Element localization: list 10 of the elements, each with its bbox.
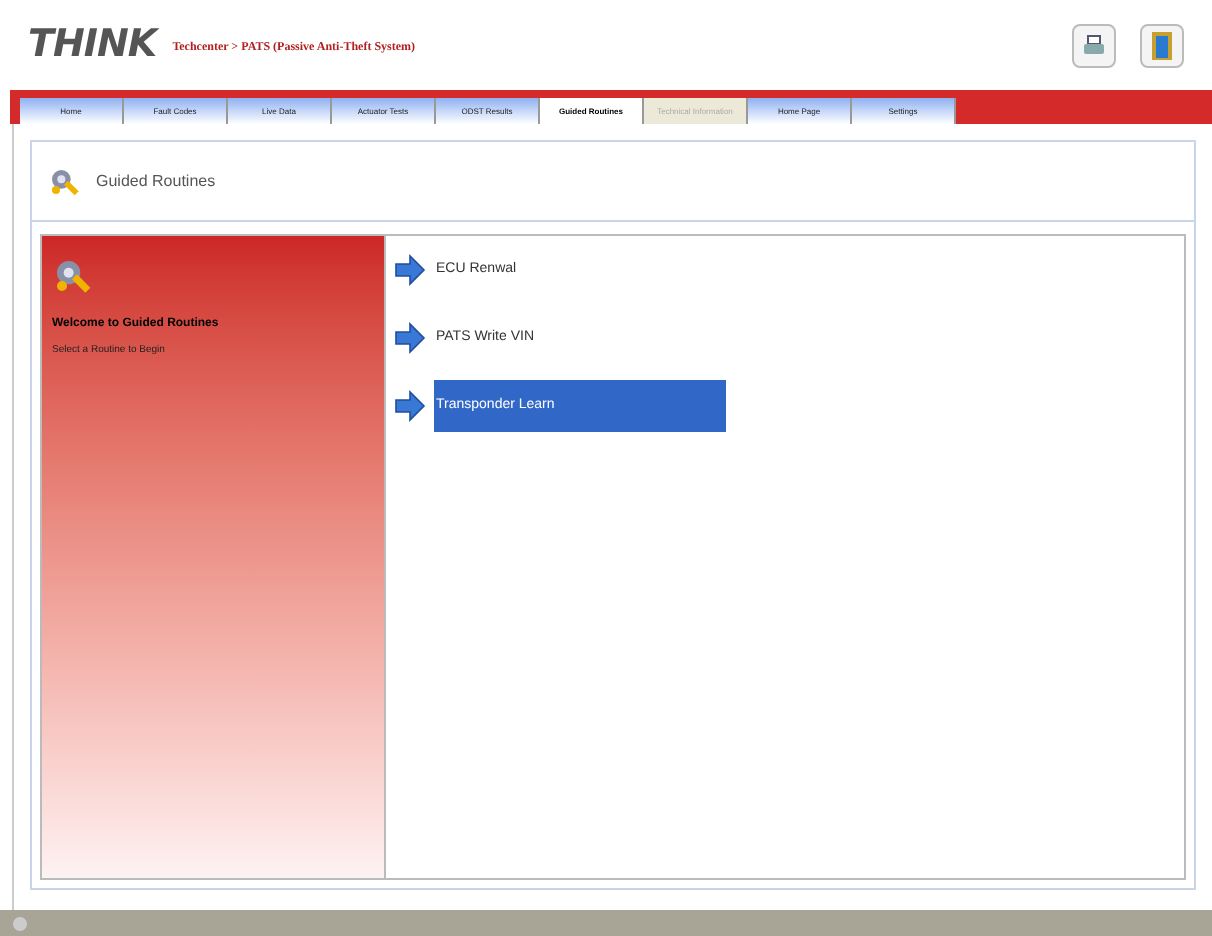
door-icon <box>1152 31 1172 59</box>
arrow-icon <box>394 254 426 286</box>
print-button[interactable] <box>1072 23 1116 67</box>
printer-icon <box>1082 33 1106 57</box>
page-title: Guided Routines <box>96 169 216 193</box>
logo: THINK <box>28 20 157 71</box>
arrow-icon <box>394 390 426 422</box>
arrow-icon <box>394 322 426 354</box>
exit-button[interactable] <box>1140 23 1184 67</box>
status-icon <box>12 915 28 931</box>
